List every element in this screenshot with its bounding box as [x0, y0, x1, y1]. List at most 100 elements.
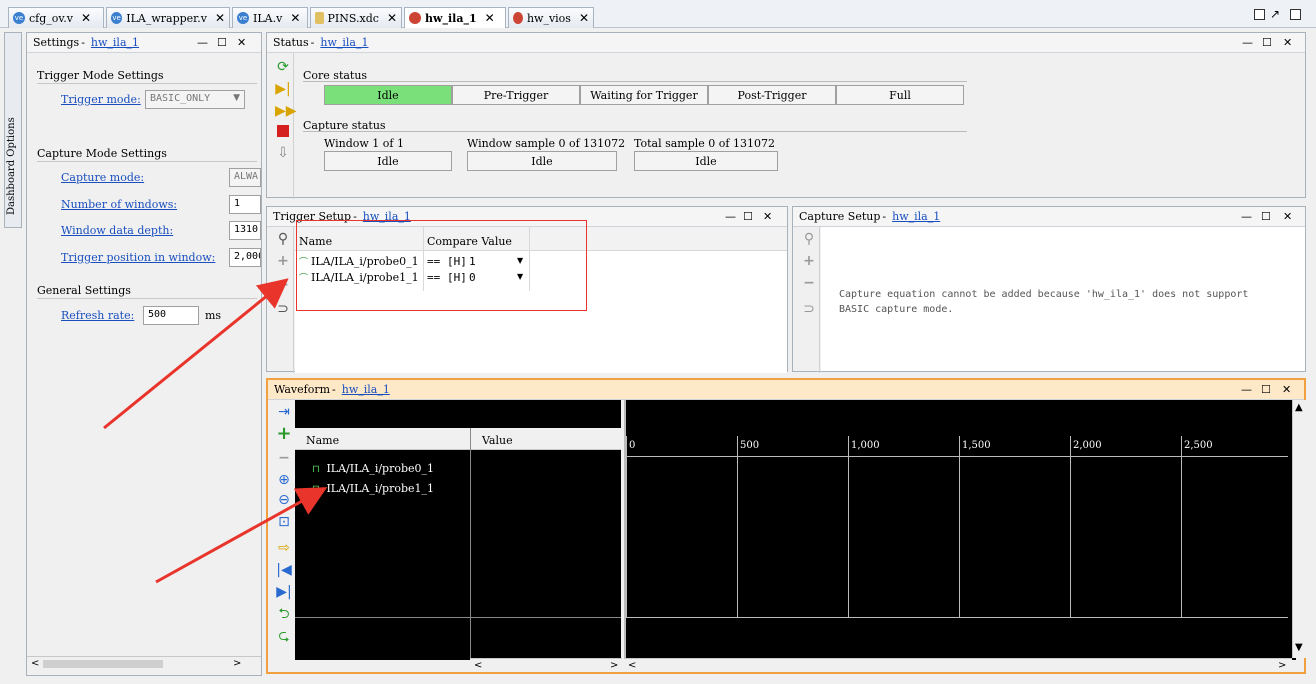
- gate-icon[interactable]: ⊃: [275, 301, 291, 317]
- capture-message-2: BASIC capture mode.: [839, 304, 954, 315]
- close-icon[interactable]: ✕: [1282, 383, 1291, 396]
- waveform-canvas[interactable]: [624, 400, 1296, 660]
- window-depth-input[interactable]: 1310: [229, 221, 261, 240]
- search-icon[interactable]: ⚲: [275, 231, 291, 247]
- scroll-up-icon[interactable]: ▲: [1295, 402, 1303, 413]
- maximize-icon[interactable]: ☐: [1262, 36, 1272, 49]
- tab-hw-vios[interactable]: hw_vios ✕: [508, 7, 594, 28]
- go-to-end-icon[interactable]: ▶|: [276, 584, 292, 600]
- trigger-mode-select[interactable]: BASIC_ONLY ▼: [145, 90, 245, 109]
- maximize-icon[interactable]: ☐: [743, 210, 753, 223]
- state-post-trigger: Post-Trigger: [708, 85, 836, 105]
- list-item[interactable]: ⊓ ILA/ILA_i/probe0_1: [312, 462, 434, 475]
- minimize-icon[interactable]: —: [1242, 36, 1253, 49]
- tab-ila-v[interactable]: ve ILA.v ✕: [232, 7, 308, 28]
- close-icon[interactable]: ✕: [237, 36, 246, 49]
- trigger-position-input[interactable]: 2,000: [229, 248, 261, 267]
- zoom-fit-icon[interactable]: ⊡: [276, 514, 292, 530]
- window-depth-label[interactable]: Window data depth:: [61, 224, 173, 237]
- trigger-position-label[interactable]: Trigger position in window:: [61, 251, 215, 264]
- previous-transition-icon[interactable]: ⮌: [276, 606, 292, 622]
- close-icon[interactable]: ✕: [387, 11, 397, 25]
- close-icon[interactable]: ✕: [290, 11, 300, 25]
- dashboard-options-tab[interactable]: Dashboard Options: [4, 32, 22, 228]
- next-transition-icon[interactable]: ⮎: [276, 628, 292, 644]
- waveform-hscrollbar[interactable]: < >: [624, 658, 1292, 672]
- stop-icon[interactable]: [275, 123, 291, 139]
- capture-message: Capture equation cannot be added because…: [839, 289, 1249, 300]
- tick-label: 500: [740, 440, 760, 451]
- refresh-rate-input[interactable]: 500: [143, 306, 199, 325]
- scroll-right-icon[interactable]: >: [610, 660, 618, 671]
- close-icon[interactable]: ✕: [1283, 210, 1292, 223]
- add-icon[interactable]: +: [276, 425, 292, 443]
- tab-cfg-ov[interactable]: ve cfg_ov.v ✕: [8, 7, 104, 28]
- list-item[interactable]: ⊓ ILA/ILA_i/probe1_1: [312, 482, 434, 495]
- close-icon[interactable]: ✕: [763, 210, 772, 223]
- total-sample-status: Idle: [634, 151, 778, 171]
- minimize-icon[interactable]: —: [725, 210, 736, 223]
- scroll-down-icon[interactable]: ▼: [1295, 642, 1303, 653]
- hw-ila-link[interactable]: hw_ila_1: [342, 383, 390, 396]
- minimize-icon[interactable]: —: [1241, 383, 1252, 396]
- restore-icon[interactable]: [1254, 9, 1265, 20]
- add-icon[interactable]: +: [275, 253, 291, 269]
- close-icon[interactable]: ✕: [81, 11, 91, 25]
- tab-ila-wrapper[interactable]: ve ILA_wrapper.v ✕: [106, 7, 230, 28]
- minimize-icon[interactable]: —: [197, 36, 208, 49]
- zoom-in-icon[interactable]: ⊕: [276, 472, 292, 488]
- column-header-name[interactable]: Name: [306, 434, 339, 447]
- tab-label: cfg_ov.v: [29, 11, 74, 25]
- maximize-icon[interactable]: ☐: [1261, 210, 1271, 223]
- settings-scrollbar[interactable]: < >: [27, 656, 261, 670]
- go-to-cursor-icon[interactable]: ⇥: [276, 404, 292, 420]
- window-count-label: Window 1 of 1: [324, 137, 404, 150]
- close-icon[interactable]: ✕: [1283, 36, 1292, 49]
- run-immediate-icon[interactable]: ▶▶: [275, 103, 297, 119]
- scroll-right-icon[interactable]: >: [1278, 660, 1286, 671]
- tab-label: hw_vios: [526, 11, 571, 25]
- capture-mode-label[interactable]: Capture mode:: [61, 171, 144, 184]
- window-sample-label: Window sample 0 of 131072: [467, 137, 626, 150]
- scroll-left-icon[interactable]: <: [628, 660, 636, 671]
- float-icon[interactable]: ↗: [1270, 7, 1280, 21]
- verilog-file-icon: ve: [13, 12, 25, 24]
- close-icon[interactable]: ✕: [485, 11, 495, 25]
- maximize-icon[interactable]: ☐: [1261, 383, 1271, 396]
- hw-ila-link[interactable]: hw_ila_1: [892, 210, 940, 223]
- remove-icon[interactable]: −: [275, 277, 291, 293]
- maximize-icon[interactable]: ☐: [217, 36, 227, 49]
- scroll-left-icon[interactable]: <: [474, 660, 482, 671]
- gate-icon[interactable]: ⊃: [801, 301, 817, 317]
- refresh-rate-label[interactable]: Refresh rate:: [61, 309, 134, 322]
- scroll-thumb[interactable]: [43, 660, 163, 668]
- tab-hw-ila-1[interactable]: hw_ila_1 ✕: [404, 7, 506, 28]
- go-to-start-icon[interactable]: |◀: [276, 562, 292, 578]
- add-icon[interactable]: +: [801, 253, 817, 269]
- value-hscrollbar[interactable]: < >: [470, 658, 622, 672]
- auto-run-icon[interactable]: ⟳: [275, 59, 291, 75]
- scroll-left-icon[interactable]: <: [31, 658, 39, 669]
- waveform-panel: Waveform - hw_ila_1 — ☐ ✕ ⇥ + − ⊕ ⊖ ⊡ ⇨ …: [266, 378, 1306, 674]
- hw-ila-link[interactable]: hw_ila_1: [91, 36, 139, 49]
- num-windows-label[interactable]: Number of windows:: [61, 198, 177, 211]
- minimize-icon[interactable]: —: [1241, 210, 1252, 223]
- scroll-right-icon[interactable]: >: [233, 658, 241, 669]
- capture-mode-select[interactable]: ALWA: [229, 168, 261, 187]
- remove-icon[interactable]: −: [276, 450, 292, 466]
- run-trigger-icon[interactable]: ▶|: [275, 81, 291, 97]
- go-to-time-icon[interactable]: ⇨: [276, 540, 292, 556]
- hw-ila-link[interactable]: hw_ila_1: [320, 36, 368, 49]
- waveform-vscrollbar[interactable]: ▲ ▼: [1292, 400, 1306, 658]
- close-icon[interactable]: ✕: [579, 11, 589, 25]
- remove-icon[interactable]: −: [801, 275, 817, 291]
- trigger-capture-icon[interactable]: ⇩: [275, 145, 291, 161]
- column-header-value[interactable]: Value: [482, 434, 513, 447]
- search-icon[interactable]: ⚲: [801, 231, 817, 247]
- maximize-icon[interactable]: [1290, 9, 1301, 20]
- close-icon[interactable]: ✕: [215, 11, 225, 25]
- num-windows-input[interactable]: 1: [229, 195, 261, 214]
- tab-pins-xdc[interactable]: PINS.xdc ✕: [310, 7, 402, 28]
- trigger-mode-label[interactable]: Trigger mode:: [61, 93, 141, 106]
- zoom-out-icon[interactable]: ⊖: [276, 492, 292, 508]
